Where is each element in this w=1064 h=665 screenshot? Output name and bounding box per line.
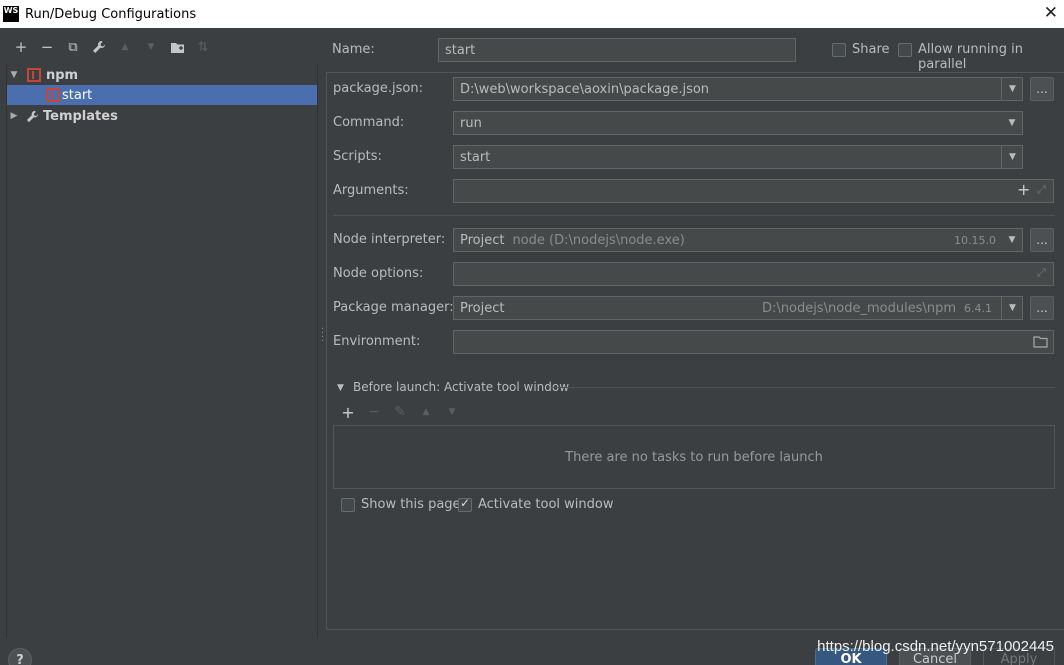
node-options-label: Node options: bbox=[333, 266, 424, 281]
title-bar: WS Run/Debug Configurations ✕ bbox=[0, 0, 1064, 28]
folder-icon[interactable] bbox=[1033, 335, 1048, 348]
plus-icon[interactable]: + bbox=[1017, 180, 1030, 199]
dialog-footer: ? OK Cancel Apply https://blog.csdn.net/… bbox=[0, 638, 1064, 665]
allow-parallel-label: Allow running in parallel bbox=[918, 42, 1023, 72]
package-json-label: package.json: bbox=[333, 81, 423, 96]
tree-item-start[interactable]: start bbox=[7, 85, 317, 105]
package-manager-label: Package manager: bbox=[333, 300, 454, 315]
expand-icon[interactable]: ⤢ bbox=[1037, 266, 1046, 280]
node-interpreter-value: Project bbox=[460, 232, 505, 248]
watermark-text: https://blog.csdn.net/yyn571002445 bbox=[817, 638, 1054, 655]
npm-version: 6.4.1 bbox=[964, 301, 992, 315]
move-task-up-icon[interactable]: ▲ bbox=[413, 407, 439, 417]
command-select[interactable]: run bbox=[453, 111, 1023, 135]
window-title: Run/Debug Configurations bbox=[25, 6, 197, 22]
before-launch-task-list[interactable]: There are no tasks to run before launch bbox=[333, 425, 1055, 489]
configurations-toolbar: + − ⧉ ▲ ▼ ⇅ bbox=[8, 36, 216, 58]
npm-icon bbox=[46, 88, 60, 102]
tree-group-templates[interactable]: ▶ Templates bbox=[7, 106, 317, 126]
arguments-input[interactable] bbox=[453, 179, 1054, 203]
node-interpreter-select[interactable]: Project node (D:\nodejs\node.exe) 10.15.… bbox=[453, 228, 1023, 252]
scripts-label: Scripts: bbox=[333, 149, 382, 164]
chevron-down-icon[interactable]: ▼ bbox=[1001, 145, 1023, 169]
chevron-down-icon[interactable]: ▼ bbox=[1001, 77, 1023, 101]
environment-label: Environment: bbox=[333, 334, 421, 349]
scripts-input[interactable]: start bbox=[453, 145, 1023, 169]
package-manager-select[interactable]: Project D:\nodejs\node_modules\npm 6.4.1 bbox=[453, 296, 1023, 320]
package-manager-path: D:\nodejs\node_modules\npm bbox=[762, 300, 956, 316]
expand-arrow-icon[interactable]: ▼ bbox=[7, 70, 21, 80]
tree-group-label: Templates bbox=[43, 108, 118, 124]
browse-interpreter-button[interactable]: ... bbox=[1030, 228, 1054, 252]
browse-package-manager-button[interactable]: ... bbox=[1030, 296, 1054, 320]
close-icon[interactable]: ✕ bbox=[1044, 3, 1058, 23]
show-this-page-checkbox[interactable] bbox=[341, 498, 355, 512]
move-task-down-icon[interactable]: ▼ bbox=[439, 407, 465, 417]
chevron-down-icon[interactable]: ▼ bbox=[1001, 228, 1023, 252]
environment-input[interactable] bbox=[453, 330, 1054, 354]
command-label: Command: bbox=[333, 115, 405, 130]
activate-tool-window-label: Activate tool window bbox=[478, 497, 614, 512]
tree-group-npm[interactable]: ▼ npm bbox=[7, 65, 317, 85]
browse-package-json-button[interactable]: ... bbox=[1030, 77, 1054, 101]
section-divider bbox=[333, 215, 1055, 216]
wrench-icon[interactable] bbox=[86, 36, 112, 58]
pane-splitter-handle[interactable]: · · · · bbox=[321, 325, 325, 347]
chevron-down-icon[interactable]: ▼ bbox=[1001, 111, 1023, 135]
allow-parallel-checkbox[interactable] bbox=[898, 43, 912, 57]
node-version: 10.15.0 bbox=[954, 233, 996, 247]
edit-task-icon[interactable]: ✎ bbox=[387, 404, 413, 420]
wrench-icon bbox=[26, 110, 39, 123]
node-interpreter-path: node (D:\nodejs\node.exe) bbox=[512, 232, 685, 248]
add-task-icon[interactable]: + bbox=[335, 403, 361, 422]
move-up-icon[interactable]: ▲ bbox=[112, 36, 138, 58]
share-label: Share bbox=[852, 42, 890, 57]
copy-icon[interactable]: ⧉ bbox=[60, 36, 86, 58]
name-label: Name: bbox=[332, 42, 375, 57]
empty-tasks-text: There are no tasks to run before launch bbox=[565, 449, 823, 465]
npm-icon bbox=[27, 68, 41, 82]
remove-task-icon[interactable]: − bbox=[361, 404, 387, 420]
chevron-down-icon[interactable]: ▼ bbox=[1001, 296, 1023, 320]
remove-icon[interactable]: − bbox=[34, 36, 60, 58]
configurations-pane: + − ⧉ ▲ ▼ ⇅ ▼ npm start ▶ Templates bbox=[0, 28, 322, 659]
package-json-input[interactable]: D:\web\workspace\aoxin\package.json bbox=[453, 77, 1023, 101]
tree-item-label: start bbox=[62, 87, 93, 103]
activate-tool-window-checkbox[interactable] bbox=[458, 496, 472, 512]
share-checkbox[interactable] bbox=[832, 43, 846, 57]
expand-icon[interactable]: ⤢ bbox=[1037, 183, 1046, 197]
before-launch-toolbar: + − ✎ ▲ ▼ bbox=[335, 402, 465, 422]
before-launch-toggle-icon[interactable]: ▼ bbox=[337, 383, 344, 393]
tree-group-label: npm bbox=[46, 67, 79, 83]
sort-icon[interactable]: ⇅ bbox=[190, 36, 216, 58]
add-icon[interactable]: + bbox=[8, 36, 34, 58]
before-launch-divider bbox=[551, 387, 1055, 388]
node-options-input[interactable] bbox=[453, 262, 1054, 286]
folder-add-icon[interactable] bbox=[164, 36, 190, 58]
package-manager-value: Project bbox=[460, 300, 505, 316]
arguments-label: Arguments: bbox=[333, 183, 409, 198]
collapse-arrow-icon[interactable]: ▶ bbox=[7, 111, 21, 121]
webstorm-app-icon: WS bbox=[3, 6, 19, 22]
show-this-page-label: Show this page bbox=[361, 497, 461, 512]
name-input[interactable]: start bbox=[438, 38, 796, 62]
node-interpreter-label: Node interpreter: bbox=[333, 232, 446, 247]
configuration-editor: Name: start Share Allow running in paral… bbox=[326, 28, 1064, 638]
help-button[interactable]: ? bbox=[8, 648, 32, 665]
move-down-icon[interactable]: ▼ bbox=[138, 36, 164, 58]
before-launch-title: Before launch: Activate tool window bbox=[353, 380, 570, 394]
configuration-form: package.json: D:\web\workspace\aoxin\pac… bbox=[326, 72, 1064, 630]
configurations-tree: ▼ npm start ▶ Templates bbox=[6, 63, 318, 659]
